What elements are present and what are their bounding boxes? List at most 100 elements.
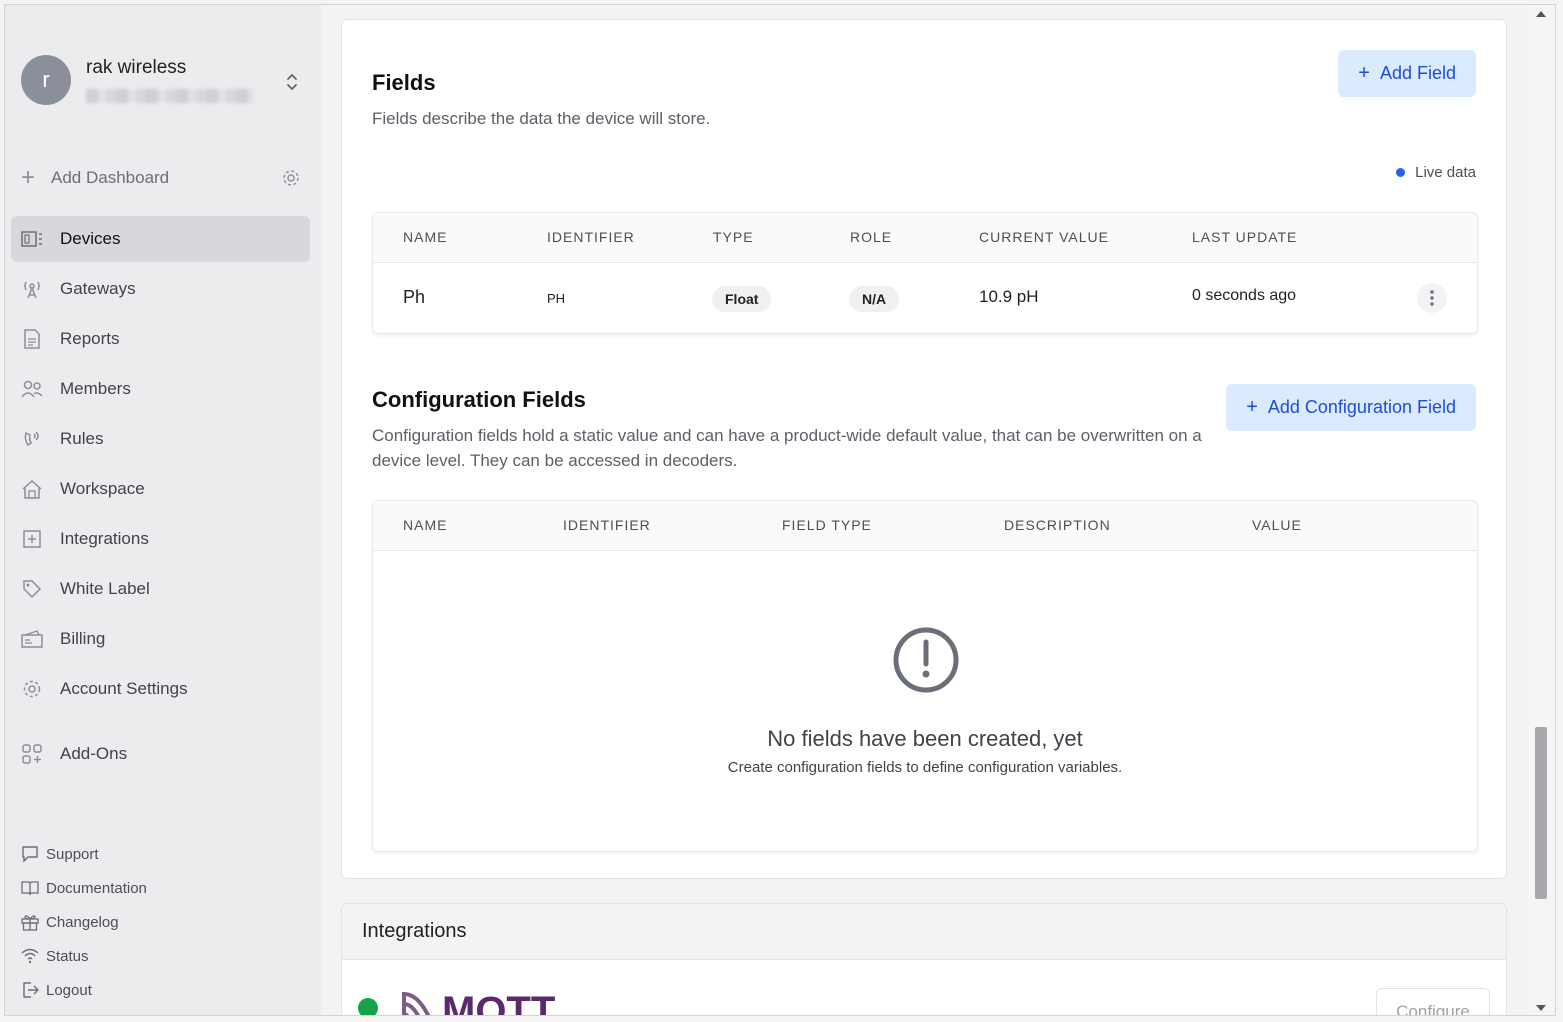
kebab-menu-icon — [1430, 290, 1434, 306]
mqtt-logo-text: MQTT — [442, 989, 555, 1016]
tag-icon — [21, 578, 43, 600]
sidebar-item-label: Members — [60, 379, 131, 398]
sidebar-item-label: White Label — [60, 579, 150, 598]
field-name: Ph — [403, 287, 426, 307]
add-field-label: Add Field — [1379, 63, 1456, 83]
configure-button[interactable]: Configure — [1376, 988, 1490, 1015]
footer-link-label: Status — [46, 947, 89, 965]
sidebar-item-gateways[interactable]: Gateways — [11, 266, 310, 312]
sidebar-item-devices[interactable]: Devices — [11, 216, 310, 262]
integration-status-dot — [358, 998, 378, 1015]
wifi-icon — [21, 946, 41, 966]
add-configuration-field-button[interactable]: + Add Configuration Field — [1226, 384, 1476, 431]
sidebar-item-label: Rules — [60, 429, 104, 448]
config-fields-description: Configuration fields hold a static value… — [372, 426, 1202, 470]
main-content: Fields Fields describe the data the devi… — [321, 5, 1527, 1016]
config-fields-title: Configuration Fields — [372, 387, 586, 412]
org-switcher[interactable]: r rak wireless — [21, 55, 311, 109]
sidebar-item-integrations[interactable]: Integrations — [11, 516, 310, 562]
config-fields-table: NAME IDENTIFIER FIELD TYPE DESCRIPTION V… — [372, 500, 1478, 852]
org-email-redacted — [86, 89, 254, 103]
plus-icon: + — [21, 164, 36, 191]
field-current-value: 10.9 pH — [979, 287, 1039, 306]
members-icon — [21, 378, 43, 400]
row-menu-button[interactable] — [1417, 283, 1447, 313]
sidebar-item-white-label[interactable]: White Label — [11, 566, 310, 612]
empty-state-title: No fields have been created, yet — [767, 726, 1083, 751]
scrollbar-thumb[interactable] — [1535, 727, 1547, 899]
live-data-label: Live data — [1415, 164, 1476, 181]
gear-icon — [21, 678, 43, 700]
sidebar-addons: Add-Ons — [11, 731, 310, 781]
app-window: r rak wireless + Add Dashboard Devices G… — [4, 4, 1556, 1016]
plus-icon: + — [1246, 396, 1258, 418]
column-header[interactable]: NAME — [403, 517, 447, 533]
sidebar-item-workspace[interactable]: Workspace — [11, 466, 310, 512]
field-last-update: 0 seconds ago — [1192, 287, 1297, 304]
plus-icon: + — [1358, 62, 1370, 84]
fields-description: Fields describe the data the device will… — [372, 109, 711, 128]
column-header[interactable]: TYPE — [713, 229, 754, 245]
gift-icon — [21, 912, 41, 932]
live-data-indicator: Live data — [1396, 164, 1476, 181]
workspace-icon — [21, 478, 43, 500]
devices-icon — [21, 228, 43, 250]
add-field-button[interactable]: + Add Field — [1338, 50, 1476, 97]
scrollbar[interactable] — [1527, 5, 1555, 1015]
org-name: rak wireless — [86, 57, 187, 78]
sidebar: r rak wireless + Add Dashboard Devices G… — [5, 5, 321, 1015]
add-dashboard-label: Add Dashboard — [51, 168, 170, 187]
column-header[interactable]: ROLE — [850, 229, 892, 245]
column-header[interactable]: VALUE — [1252, 517, 1302, 533]
gateway-icon — [21, 278, 43, 300]
empty-state-subtitle: Create configuration fields to define co… — [727, 759, 1123, 776]
sidebar-item-label: Account Settings — [60, 679, 188, 698]
logout-icon — [21, 980, 41, 1000]
footer-link-label: Changelog — [46, 913, 119, 931]
exclamation-circle-icon — [893, 627, 959, 693]
table-header: NAME IDENTIFIER FIELD TYPE DESCRIPTION V… — [373, 501, 1477, 551]
field-role-badge: N/A — [849, 286, 900, 312]
sidebar-item-members[interactable]: Members — [11, 366, 310, 412]
addons-icon — [21, 743, 43, 765]
footer-link-changelog[interactable]: Changelog — [21, 905, 147, 939]
sidebar-item-label: Workspace — [60, 479, 145, 498]
sidebar-item-rules[interactable]: Rules — [11, 416, 310, 462]
report-icon — [21, 328, 43, 350]
sidebar-item-account-settings[interactable]: Account Settings — [11, 666, 310, 712]
table-row[interactable]: Ph PH Float N/A 10.9 pH 0 seconds ago — [373, 263, 1477, 333]
footer-link-logout[interactable]: Logout — [21, 973, 147, 1007]
footer-link-documentation[interactable]: Documentation — [21, 871, 147, 905]
footer-link-label: Documentation — [46, 879, 147, 897]
column-header[interactable]: NAME — [403, 229, 447, 245]
sidebar-item-label: Devices — [60, 229, 121, 248]
column-header[interactable]: DESCRIPTION — [1004, 517, 1111, 533]
sidebar-item-label: Add-Ons — [60, 744, 128, 763]
sidebar-item-billing[interactable]: Billing — [11, 616, 310, 662]
integrations-card: Integrations MQTT Configure — [341, 903, 1507, 1016]
add-configuration-field-label: Add Configuration Field — [1267, 397, 1456, 417]
footer-link-support[interactable]: Support — [21, 837, 147, 871]
avatar: r — [21, 55, 71, 105]
column-header[interactable]: IDENTIFIER — [563, 517, 651, 533]
sidebar-footer: Support Documentation Changelog Status L… — [21, 837, 147, 1007]
sidebar-item-reports[interactable]: Reports — [11, 316, 310, 362]
add-dashboard-button[interactable]: + Add Dashboard — [21, 163, 301, 193]
gear-icon[interactable] — [281, 168, 301, 188]
integrations-icon — [21, 528, 43, 550]
scroll-down-icon[interactable] — [1536, 1005, 1546, 1011]
field-type-badge: Float — [712, 286, 772, 312]
column-header[interactable]: FIELD TYPE — [782, 517, 872, 533]
live-dot-icon — [1396, 168, 1406, 177]
scroll-up-icon[interactable] — [1536, 11, 1546, 17]
column-header[interactable]: IDENTIFIER — [547, 229, 635, 245]
book-icon — [21, 878, 41, 898]
sidebar-item-label: Gateways — [60, 279, 136, 298]
sidebar-item-add-ons[interactable]: Add-Ons — [11, 731, 310, 777]
column-header[interactable]: CURRENT VALUE — [979, 229, 1109, 245]
column-header[interactable]: LAST UPDATE — [1192, 229, 1297, 245]
integrations-title: Integrations — [342, 904, 1506, 960]
footer-link-status[interactable]: Status — [21, 939, 147, 973]
billing-icon — [21, 628, 43, 650]
sidebar-item-label: Billing — [60, 629, 106, 648]
